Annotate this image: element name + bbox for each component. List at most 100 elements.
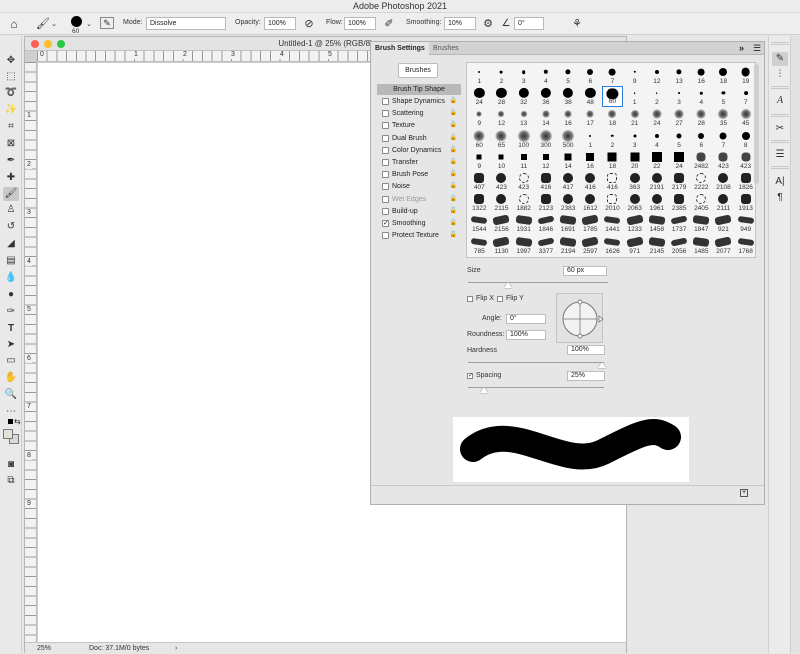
brush-tip-cell[interactable]: 13 bbox=[669, 65, 690, 86]
brush-tip-cell[interactable]: 2111 bbox=[713, 192, 734, 213]
brush-tip-cell[interactable]: 1785 bbox=[580, 213, 601, 234]
brush-tip-cell[interactable]: 14 bbox=[558, 150, 579, 171]
brush-tip-cell[interactable]: 100 bbox=[513, 129, 534, 150]
brush-tip-cell[interactable]: 60 bbox=[469, 129, 490, 150]
option-checkbox[interactable] bbox=[382, 110, 389, 118]
option-checkbox[interactable] bbox=[382, 134, 389, 142]
brush-tip-cell[interactable]: 35 bbox=[713, 107, 734, 128]
status-menu-arrow-icon[interactable]: › bbox=[175, 643, 177, 654]
brush-tip-cell[interactable]: 4 bbox=[647, 129, 668, 150]
brush-option-protect-texture[interactable]: Protect Texture 🔓 bbox=[377, 230, 461, 241]
brush-tip-cell[interactable]: 14 bbox=[536, 107, 557, 128]
brush-tip-cell[interactable]: 3 bbox=[669, 86, 690, 107]
quick-mask-icon[interactable]: ◙ bbox=[3, 458, 19, 472]
brush-tip-cell[interactable]: 1 bbox=[580, 129, 601, 150]
brush-tip-cell[interactable]: 45 bbox=[735, 107, 755, 128]
hardness-slider-thumb[interactable] bbox=[598, 362, 606, 368]
marquee-tool-icon[interactable]: ⬚ bbox=[3, 70, 19, 84]
magic-wand-tool-icon[interactable]: ✨ bbox=[3, 103, 19, 117]
angle-input[interactable]: 0° bbox=[514, 17, 544, 30]
brush-tip-cell[interactable]: 2194 bbox=[558, 235, 579, 256]
character-icon[interactable]: A| bbox=[772, 175, 788, 189]
brush-tip-cell[interactable]: 2383 bbox=[558, 192, 579, 213]
brush-tip-cell[interactable]: 1737 bbox=[669, 213, 690, 234]
brush-tip-cell[interactable]: 16 bbox=[558, 107, 579, 128]
close-window-button[interactable] bbox=[31, 40, 39, 48]
frame-tool-icon[interactable]: ⊠ bbox=[3, 137, 19, 151]
zoom-window-button[interactable] bbox=[57, 40, 65, 48]
brush-tip-cell[interactable]: 416 bbox=[602, 171, 623, 192]
brush-tip-cell[interactable]: 38 bbox=[558, 86, 579, 107]
brush-tip-cell[interactable]: 1322 bbox=[469, 192, 490, 213]
brush-tip-cell[interactable]: 36 bbox=[536, 86, 557, 107]
chevron-down-icon[interactable]: ⌄ bbox=[50, 18, 58, 32]
lock-icon[interactable]: 🔓 bbox=[450, 194, 457, 205]
hand-tool-icon[interactable]: ✋ bbox=[3, 371, 19, 385]
brush-tip-cell[interactable]: 2108 bbox=[713, 171, 734, 192]
brush-tip-cell[interactable]: 417 bbox=[558, 171, 579, 192]
brush-tip-cell[interactable]: 13 bbox=[513, 107, 534, 128]
brush-tip-cell[interactable]: 5 bbox=[558, 65, 579, 86]
tab-brushes[interactable]: Brushes bbox=[429, 42, 463, 55]
brush-tip-cell[interactable]: 9 bbox=[469, 150, 490, 171]
smoothing-options-gear-icon[interactable]: ⚙ bbox=[481, 17, 495, 31]
gradient-tool-icon[interactable]: ▤ bbox=[3, 254, 19, 268]
brush-tip-cell[interactable]: 1485 bbox=[691, 235, 712, 256]
zoom-tool-icon[interactable]: 🔍 bbox=[3, 388, 19, 402]
airbrush-icon[interactable]: ✐ bbox=[382, 17, 396, 31]
adjustments-icon[interactable]: ☰ bbox=[772, 148, 788, 162]
spacing-slider-thumb[interactable] bbox=[480, 387, 488, 393]
brush-tip-cell[interactable]: 2597 bbox=[580, 235, 601, 256]
chevron-down-icon[interactable]: ⌄ bbox=[85, 18, 93, 32]
brush-tip-cell[interactable]: 2 bbox=[491, 65, 512, 86]
brush-tip-cell[interactable]: 1441 bbox=[602, 213, 623, 234]
brush-tip-cell[interactable]: 28 bbox=[491, 86, 512, 107]
brush-tip-cell[interactable]: 7 bbox=[735, 86, 755, 107]
brush-tip-cell[interactable]: 1458 bbox=[647, 213, 668, 234]
brush-option-shape-dynamics[interactable]: Shape Dynamics 🔓 bbox=[377, 96, 461, 107]
flip-y-checkbox[interactable] bbox=[497, 296, 503, 302]
brush-option-texture[interactable]: Texture 🔓 bbox=[377, 120, 461, 131]
brush-tip-cell[interactable]: 785 bbox=[469, 235, 490, 256]
brush-tip-cell[interactable]: 6 bbox=[691, 129, 712, 150]
brush-tip-cell[interactable]: 971 bbox=[624, 235, 645, 256]
option-checkbox[interactable] bbox=[382, 207, 389, 215]
brush-tip-cell[interactable]: 12 bbox=[647, 65, 668, 86]
brush-tip-cell[interactable]: 8 bbox=[735, 129, 755, 150]
brush-tip-cell[interactable]: 2482 bbox=[691, 150, 712, 171]
option-checkbox[interactable] bbox=[382, 122, 389, 130]
brush-tip-cell[interactable]: 2191 bbox=[647, 171, 668, 192]
brush-option-brush-pose[interactable]: Brush Pose 🔓 bbox=[377, 169, 461, 180]
brush-tip-cell[interactable]: 18 bbox=[713, 65, 734, 86]
brush-tip-cell[interactable]: 19 bbox=[735, 65, 755, 86]
brush-option-wet-edges[interactable]: Wet Edges 🔓 bbox=[377, 194, 461, 205]
brush-option-color-dynamics[interactable]: Color Dynamics 🔓 bbox=[377, 145, 461, 156]
brush-tip-cell[interactable]: 2145 bbox=[647, 235, 668, 256]
brush-tip-cell[interactable]: 1997 bbox=[513, 235, 534, 256]
brush-tip-cell[interactable]: 1768 bbox=[735, 235, 755, 256]
brush-tip-cell[interactable]: 2 bbox=[647, 86, 668, 107]
brush-option-smoothing[interactable]: Smoothing 🔓 bbox=[377, 218, 461, 229]
brush-tip-cell[interactable]: 416 bbox=[580, 171, 601, 192]
angle-roundness-widget[interactable] bbox=[556, 293, 604, 343]
option-checkbox[interactable] bbox=[382, 232, 389, 240]
brush-tip-cell[interactable]: 1913 bbox=[735, 192, 755, 213]
brush-tip-shape-item[interactable]: Brush Tip Shape bbox=[377, 84, 461, 95]
brush-tip-cell[interactable]: 12 bbox=[536, 150, 557, 171]
brush-tip-cell[interactable]: 27 bbox=[669, 107, 690, 128]
brush-tip-cell[interactable]: 2179 bbox=[669, 171, 690, 192]
brush-tip-cell[interactable]: 407 bbox=[469, 171, 490, 192]
swap-colors-icon[interactable]: ⇆ bbox=[14, 418, 21, 426]
home-icon[interactable]: ⌂ bbox=[6, 17, 22, 31]
brush-tip-cell[interactable]: 2010 bbox=[602, 192, 623, 213]
type-tool-icon[interactable]: T bbox=[3, 322, 19, 336]
size-slider-thumb[interactable] bbox=[504, 282, 512, 288]
brush-tip-cell[interactable]: 949 bbox=[735, 213, 755, 234]
brush-option-transfer[interactable]: Transfer 🔓 bbox=[377, 157, 461, 168]
lock-icon[interactable]: 🔓 bbox=[450, 230, 457, 241]
tools-options-icon[interactable]: ✂ bbox=[772, 122, 788, 136]
lock-icon[interactable]: 🔓 bbox=[450, 206, 457, 217]
screen-mode-icon[interactable]: ⧉ bbox=[3, 474, 19, 488]
flip-x-checkbox[interactable] bbox=[467, 296, 473, 302]
brush-tip-cell[interactable]: 21 bbox=[624, 107, 645, 128]
